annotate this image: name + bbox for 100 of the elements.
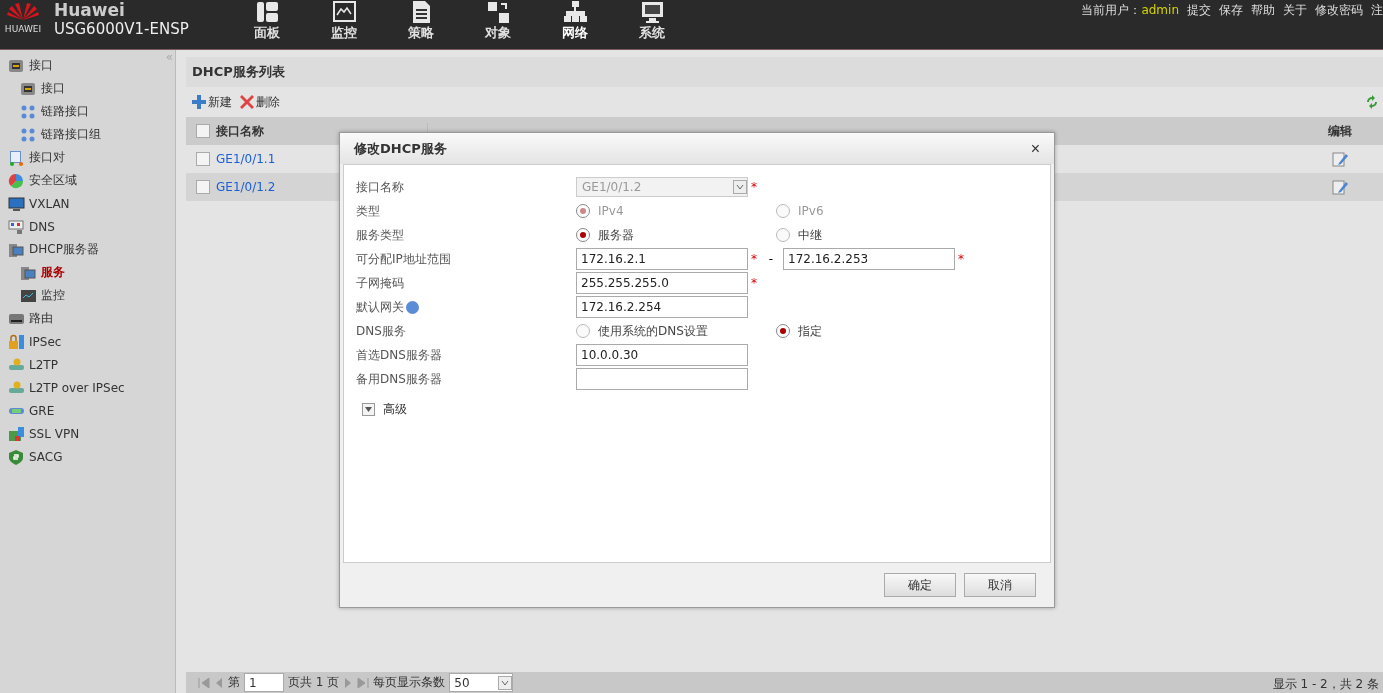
key-icon	[8, 379, 25, 396]
interface-link[interactable]: GE1/0/1.2	[216, 180, 276, 194]
delete-button[interactable]: 删除	[240, 93, 280, 111]
page-count: 页共 1 页	[288, 674, 340, 691]
page-input[interactable]: 1	[244, 673, 284, 692]
checkbox[interactable]	[196, 124, 210, 138]
header-link[interactable]: 帮助	[1251, 2, 1275, 19]
field-label: 备用DNS服务器	[356, 370, 442, 388]
radio-button[interactable]	[776, 228, 790, 242]
nav-tab[interactable]: 监控	[305, 0, 383, 42]
caret-icon	[498, 675, 513, 690]
sidebar-item[interactable]: L2TP over IPSec	[0, 376, 129, 399]
column-header[interactable]: 接口名称	[216, 122, 264, 140]
header-link[interactable]: 保存	[1219, 2, 1243, 19]
input-field[interactable]: 255.255.255.0	[576, 272, 748, 294]
radio-label: 服务器	[598, 226, 634, 244]
field-label: DNS服务	[356, 322, 407, 340]
sidebar-item[interactable]: 服务	[0, 261, 69, 284]
help-icon[interactable]	[406, 300, 419, 314]
shield-icon	[8, 448, 25, 465]
sidebar-item[interactable]: SACG	[0, 445, 67, 468]
sidebar-item[interactable]: 安全区域	[0, 169, 81, 192]
header-link[interactable]: 修改密码	[1315, 2, 1363, 19]
checkbox[interactable]	[196, 152, 210, 166]
radio-button[interactable]	[576, 228, 590, 242]
per-page-select[interactable]: 50	[449, 673, 514, 692]
sidebar-item[interactable]: VXLAN	[0, 192, 74, 215]
pair-icon	[8, 149, 25, 166]
input-field[interactable]: 172.16.2.254	[576, 296, 748, 318]
input-field[interactable]: 172.16.2.253	[783, 248, 955, 270]
sidebar-item[interactable]: SSL VPN	[0, 422, 84, 445]
radio-label: IPv4	[598, 204, 624, 218]
sidebar-item[interactable]: 监控	[0, 284, 69, 307]
header-link[interactable]: 注	[1371, 2, 1383, 19]
sidebar-item[interactable]: DNS	[0, 215, 59, 238]
advanced-toggle[interactable]: 高级	[362, 401, 1038, 418]
radio-button[interactable]	[776, 324, 790, 338]
input-field[interactable]	[576, 368, 748, 390]
system-icon	[639, 0, 665, 24]
network-icon	[562, 0, 588, 24]
screen-icon	[8, 195, 25, 212]
field-label: 子网掩码	[356, 274, 404, 292]
lock-icon	[8, 333, 25, 350]
server-icon	[8, 241, 25, 258]
radio-label: 指定	[798, 322, 822, 340]
sidebar-item[interactable]: L2TP	[0, 353, 62, 376]
required-mark: *	[751, 276, 758, 290]
device-model: USG6000V1-ENSP	[54, 20, 189, 38]
input-field[interactable]: 172.16.2.1	[576, 248, 748, 270]
confirm-button[interactable]: 确定	[884, 573, 956, 597]
nav-tab[interactable]: 对象	[459, 0, 537, 42]
sidebar-item[interactable]: 接口	[0, 54, 57, 77]
field-label: 默认网关	[356, 298, 404, 316]
object-icon	[485, 0, 511, 24]
field-label: 可分配IP地址范围	[356, 250, 452, 268]
sidebar-item[interactable]: 链路接口组	[0, 123, 105, 146]
monitor-icon	[331, 0, 357, 24]
input-field[interactable]: 10.0.0.30	[576, 344, 748, 366]
sidebar-item[interactable]: 链路接口	[0, 100, 93, 123]
link-icon	[20, 126, 37, 143]
key-icon	[8, 356, 25, 373]
first-page-icon[interactable]	[198, 677, 210, 688]
field-label: 服务类型	[356, 226, 405, 244]
new-button[interactable]: 新建	[192, 93, 232, 111]
sidebar-item[interactable]: DHCP服务器	[0, 238, 103, 261]
sidebar-item[interactable]: 路由	[0, 307, 57, 330]
required-mark: *	[958, 252, 965, 266]
checkbox[interactable]	[196, 180, 210, 194]
last-page-icon[interactable]	[357, 677, 370, 688]
nav-tab[interactable]: 面板	[228, 0, 306, 42]
sidebar-item[interactable]: 接口对	[0, 146, 69, 169]
dashboard-icon	[254, 0, 280, 24]
edit-icon[interactable]	[1331, 151, 1348, 167]
refresh-icon[interactable]	[1365, 95, 1379, 109]
nav-tab[interactable]: 系统	[613, 0, 691, 42]
cancel-button[interactable]: 取消	[964, 573, 1036, 597]
sidebar-item[interactable]: IPSec	[0, 330, 66, 353]
field-label: 接口名称	[356, 178, 405, 196]
range-separator: -	[767, 252, 775, 266]
column-header[interactable]: 编辑	[1327, 122, 1352, 140]
edit-icon[interactable]	[1331, 179, 1348, 195]
close-button[interactable]: ×	[1030, 139, 1040, 158]
page-label: 第	[228, 674, 240, 691]
user-label: 当前用户：admin	[1081, 2, 1179, 19]
record-summary: 显示 1 - 2，共 2 条	[1272, 676, 1380, 693]
nav-tab[interactable]: 策略	[382, 0, 460, 42]
ssl-icon	[8, 425, 25, 442]
interface-link[interactable]: GE1/0/1.1	[216, 152, 276, 166]
sidebar-item[interactable]: GRE	[0, 399, 59, 422]
header-link[interactable]: 提交	[1187, 2, 1211, 19]
header-link[interactable]: 关于	[1283, 2, 1307, 19]
sidebar-item[interactable]: 接口	[0, 77, 69, 100]
dialog-title: 修改DHCP服务	[354, 139, 447, 158]
radio-button[interactable]	[576, 324, 590, 338]
previous-page-icon[interactable]	[214, 677, 224, 688]
server-icon	[20, 264, 37, 281]
nav-tab[interactable]: 网络	[536, 0, 614, 42]
port-icon	[8, 57, 25, 74]
monitor-icon	[20, 287, 37, 304]
link-icon	[20, 103, 37, 120]
